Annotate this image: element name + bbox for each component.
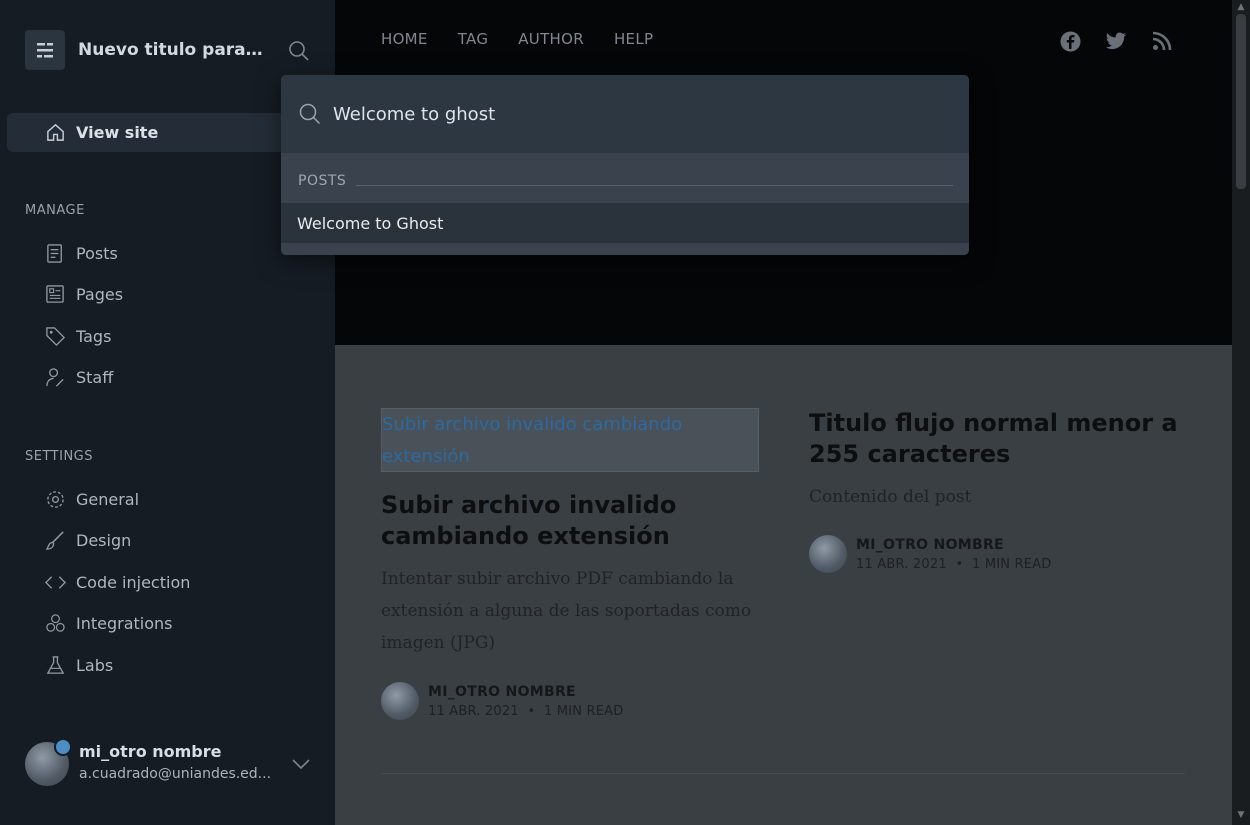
results-divider — [356, 185, 953, 186]
posts-icon — [47, 243, 62, 263]
chevron-down-icon[interactable] — [291, 756, 311, 775]
site-nav: HOME TAG AUTHOR HELP — [381, 30, 683, 48]
twitter-icon[interactable] — [1105, 30, 1127, 52]
site-title: Nuevo titulo para ... — [78, 40, 268, 60]
post-card-image[interactable]: Subir archivo invalido cambiando extensi… — [381, 408, 759, 472]
sidebar-item-design[interactable]: Design — [45, 528, 131, 552]
read-time: 1 MIN READ — [544, 703, 624, 719]
sidebar-item-label: Tags — [76, 326, 112, 346]
post-author[interactable]: MI_OTRO NOMBRE 11 ABR. 2021 • 1 MIN READ — [381, 682, 623, 720]
tag-icon — [46, 326, 66, 346]
scroll-up-icon[interactable]: ▲ — [1236, 2, 1246, 12]
sidebar-item-tags[interactable]: Tags — [45, 324, 111, 348]
sidebar-item-pages[interactable]: Pages — [45, 282, 123, 306]
sidebar-item-general[interactable]: General — [45, 487, 139, 511]
sidebar-item-code-injection[interactable]: Code injection — [45, 570, 190, 594]
sidebar-item-label: Pages — [76, 284, 124, 304]
author-name: MI_OTRO NOMBRE — [428, 683, 576, 700]
sidebar-item-label: Code injection — [76, 572, 191, 592]
status-dot — [54, 738, 72, 756]
sidebar-item-staff[interactable]: Staff — [45, 365, 113, 389]
search-result[interactable]: Welcome to Ghost — [281, 203, 969, 243]
staff-icon — [46, 367, 64, 387]
sidebar-item-label: Integrations — [76, 613, 173, 633]
sidebar-item-label: General — [76, 489, 140, 509]
nav-help[interactable]: HELP — [614, 30, 653, 48]
site-logo — [25, 30, 65, 70]
nav-author[interactable]: AUTHOR — [518, 30, 584, 48]
author-name: MI_OTRO NOMBRE — [856, 536, 1004, 553]
results-section-title: POSTS — [298, 173, 347, 189]
scroll-down-icon[interactable]: ▼ — [1236, 810, 1246, 820]
post-author[interactable]: MI_OTRO NOMBRE 11 ABR. 2021 • 1 MIN READ — [809, 535, 1051, 573]
sidebar-item-integrations[interactable]: Integrations — [45, 611, 173, 635]
code-icon — [45, 575, 66, 589]
home-icon — [47, 123, 64, 141]
search-icon — [299, 103, 321, 125]
author-avatar — [809, 535, 847, 573]
nav-tag[interactable]: TAG — [458, 30, 489, 48]
sidebar-item-label: Posts — [76, 243, 118, 263]
user-email: a.cuadrado@uniandes.ed... — [79, 766, 272, 782]
post-excerpt: Contenido del post — [809, 487, 972, 507]
feed-divider — [381, 773, 1185, 774]
sidebar-item-posts[interactable]: Posts — [45, 241, 118, 265]
post-date: 11 ABR. 2021 — [428, 703, 519, 719]
sidebar-item-labs[interactable]: Labs — [45, 653, 113, 677]
author-avatar — [381, 682, 419, 720]
view-site-button[interactable]: View site — [7, 113, 307, 152]
search-input[interactable] — [333, 103, 933, 125]
integrations-icon — [46, 613, 65, 632]
user-menu[interactable]: mi_otro nombre a.cuadrado@uniandes.ed... — [25, 738, 315, 786]
settings-section-title: SETTINGS — [25, 449, 94, 464]
brand[interactable]: Nuevo titulo para ... — [25, 30, 268, 70]
brush-icon — [45, 530, 64, 550]
sidebar-item-label: Design — [76, 530, 132, 550]
gear-icon — [47, 490, 64, 508]
rss-icon[interactable] — [1151, 30, 1173, 52]
post-title[interactable]: Subir archivo invalido cambiando extensi… — [381, 490, 759, 552]
search-bar[interactable] — [281, 75, 969, 153]
pages-icon — [46, 284, 64, 303]
post-excerpt: Intentar subir archivo PDF cambiando la … — [381, 569, 752, 653]
scrollbar-thumb[interactable] — [1236, 14, 1246, 189]
user-name: mi_otro nombre — [79, 742, 222, 761]
post-date: 11 ABR. 2021 — [856, 556, 947, 572]
manage-section-title: MANAGE — [25, 203, 85, 218]
logo-icon — [37, 43, 53, 58]
read-time: 1 MIN READ — [972, 556, 1052, 572]
facebook-icon[interactable] — [1059, 30, 1081, 52]
flask-icon — [46, 655, 65, 674]
view-site-label: View site — [76, 123, 159, 142]
sidebar-item-label: Labs — [76, 655, 114, 675]
search-icon[interactable] — [288, 40, 310, 66]
search-popup: POSTS Welcome to Ghost — [281, 75, 969, 255]
search-result-title: Welcome to Ghost — [297, 213, 444, 233]
post-title[interactable]: Titulo flujo normal menor a 255 caracter… — [809, 408, 1189, 470]
sidebar-item-label: Staff — [76, 367, 114, 387]
nav-home[interactable]: HOME — [381, 30, 428, 48]
